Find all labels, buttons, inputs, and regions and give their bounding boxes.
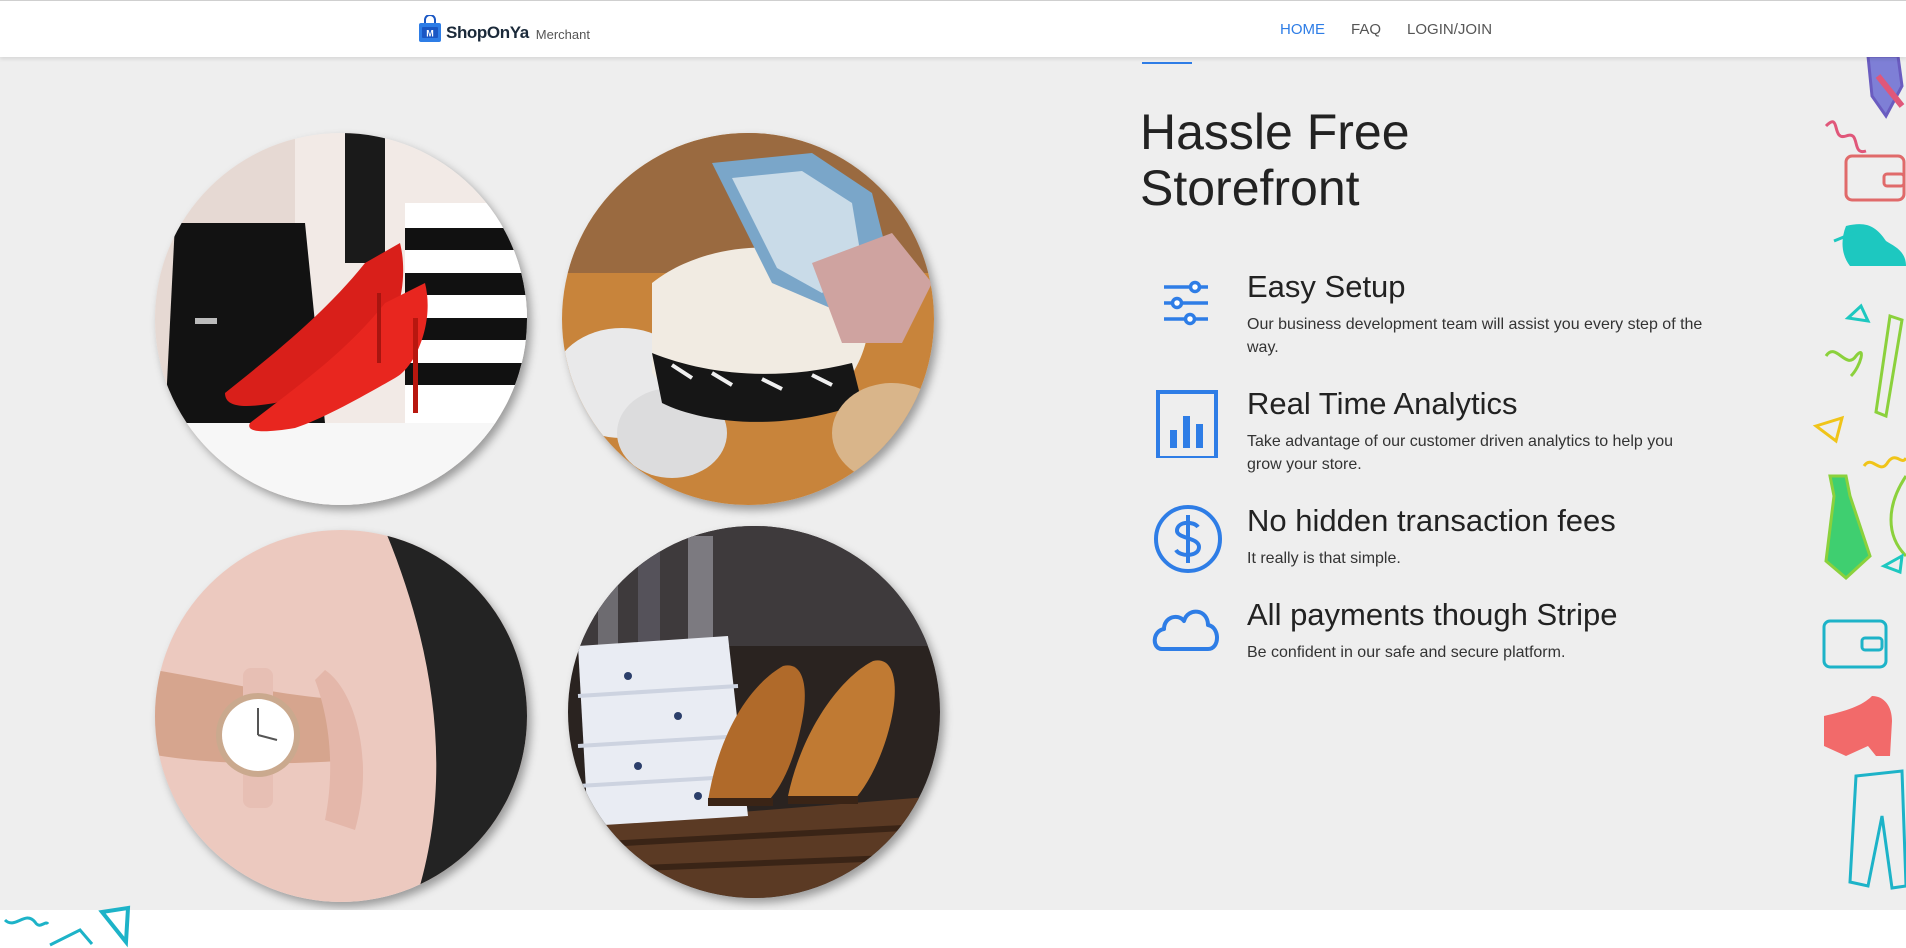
squiggle-doodle-icon <box>3 916 50 927</box>
triangle-doodle-icon <box>98 905 131 948</box>
squiggle-doodle-icon <box>1824 350 1863 378</box>
triangle-doodle-icon <box>1812 415 1845 444</box>
headline-line-1: Hassle Free <box>1140 104 1410 160</box>
feature-no-hidden-fees: No hidden transaction fees It really is … <box>1150 503 1710 603</box>
feature-stripe-payments: All payments though Stripe Be confident … <box>1150 597 1710 697</box>
top-navbar: M ShopOnYa Merchant HOME FAQ LOGIN/JOIN <box>0 0 1906 57</box>
bar-chart-icon <box>1156 390 1218 458</box>
boot-doodle-icon <box>1824 696 1892 756</box>
sliders-icon <box>1164 280 1208 326</box>
cloud-icon <box>1152 609 1219 651</box>
feature-easy-setup: Easy Setup Our business development team… <box>1150 269 1710 369</box>
squiggle-doodle-icon <box>1824 120 1867 154</box>
main-nav: HOME FAQ LOGIN/JOIN <box>1280 21 1492 38</box>
brand-logo[interactable]: M ShopOnYa Merchant <box>418 15 590 43</box>
wallet-doodle-icon <box>1822 619 1888 669</box>
hero-section: Hassle Free Storefront Easy Setup Our bu… <box>0 56 1906 910</box>
headline-line-2: Storefront <box>1140 160 1360 216</box>
feature-title: All payments though Stripe <box>1247 597 1618 632</box>
feature-description: Take advantage of our customer driven an… <box>1247 433 1674 473</box>
pencil-doodle-icon <box>1874 314 1904 419</box>
tie-doodle-icon <box>1866 56 1905 119</box>
feature-real-time-analytics: Real Time Analytics Take advantage of ou… <box>1150 386 1710 486</box>
pants-doodle-icon <box>1848 769 1906 890</box>
red-heels-photo <box>155 133 527 505</box>
tie-doodle-icon <box>1824 474 1872 581</box>
wallet-doodle-icon <box>1844 154 1906 202</box>
feature-title: Real Time Analytics <box>1247 386 1518 421</box>
decorative-doodles-bottom <box>3 905 131 948</box>
shoe-doodle-icon <box>1842 224 1906 266</box>
triangle-doodle-icon <box>1880 553 1904 575</box>
feature-description: Our business development team will assis… <box>1247 316 1703 356</box>
svg-text:M: M <box>426 29 434 39</box>
nav-home-link[interactable]: HOME <box>1280 21 1325 38</box>
feature-title: Easy Setup <box>1247 269 1406 304</box>
arc-doodle-icon <box>1889 475 1906 558</box>
wrist-watch-photo <box>155 530 527 902</box>
page-headline: Hassle Free Storefront <box>1140 104 1540 216</box>
triangle-doodle-icon <box>1844 303 1871 323</box>
brand-name: ShopOnYa <box>446 23 529 42</box>
feature-description: Be confident in our safe and secure plat… <box>1247 644 1566 661</box>
feature-description: It really is that simple. <box>1247 550 1401 567</box>
decorative-doodles <box>1812 56 1906 890</box>
dollar-icon <box>1154 505 1222 573</box>
nav-login-join-link[interactable]: LOGIN/JOIN <box>1407 21 1492 38</box>
feature-title: No hidden transaction fees <box>1247 503 1616 538</box>
shirts-and-shoes-photo <box>568 526 940 898</box>
folded-clothes-photo <box>562 133 934 505</box>
nav-faq-link[interactable]: FAQ <box>1351 21 1381 38</box>
shopping-bag-icon: M <box>419 15 441 42</box>
brand-suffix: Merchant <box>535 27 590 42</box>
headline-accent-line <box>1142 62 1192 64</box>
squiggle-doodle-icon <box>1862 456 1906 469</box>
wallet-doodle-icon <box>49 928 94 947</box>
